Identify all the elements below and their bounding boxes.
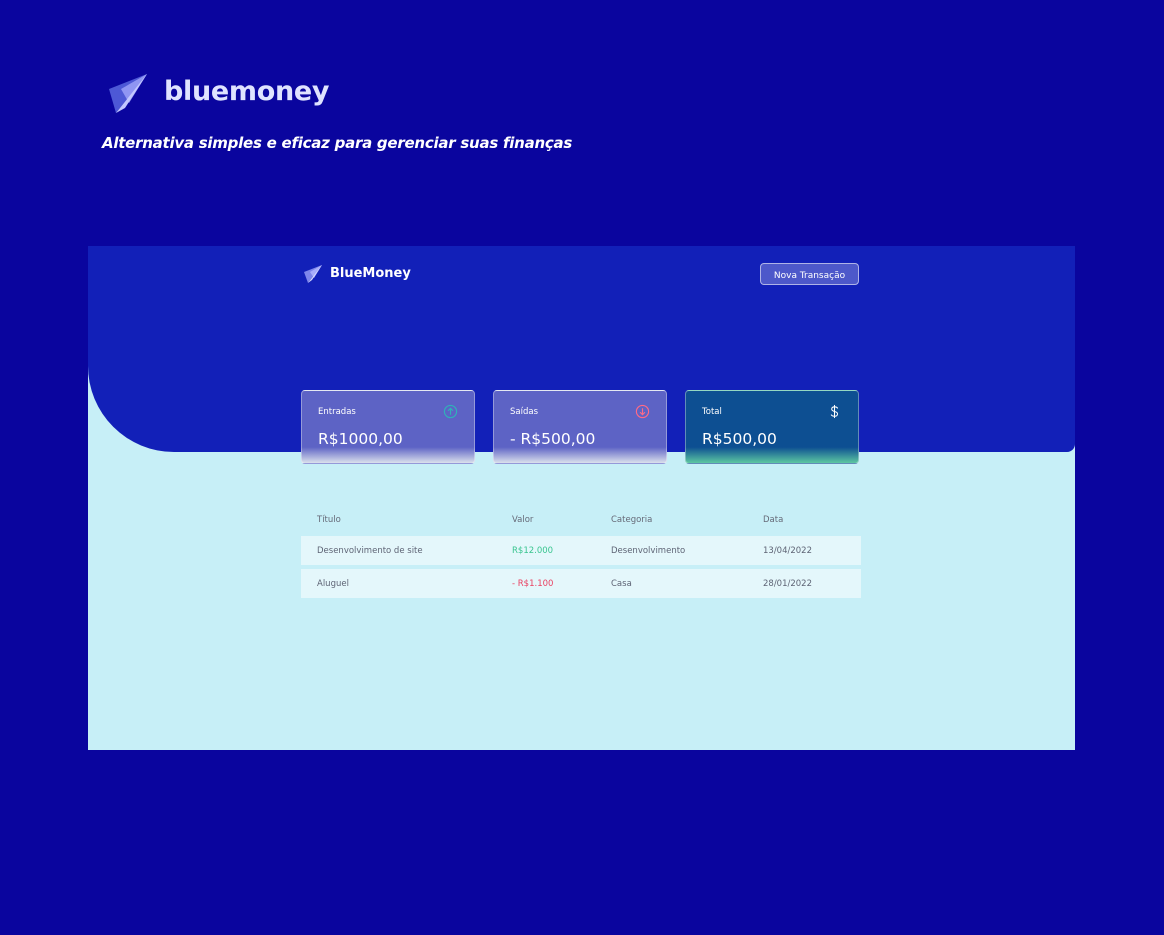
app-preview: BlueMoney Nova Transação Entradas R$1000… xyxy=(88,246,1075,750)
table-header: Título Valor Categoria Data xyxy=(301,508,861,532)
header-value: Valor xyxy=(512,515,534,525)
income-value: R$1000,00 xyxy=(318,430,403,448)
transaction-date: 13/04/2022 xyxy=(763,545,812,556)
total-label: Total xyxy=(702,407,722,417)
transaction-value: R$12.000 xyxy=(512,545,554,556)
new-transaction-button[interactable]: Nova Transação xyxy=(760,263,859,285)
income-card: Entradas R$1000,00 xyxy=(301,390,475,464)
total-value: R$500,00 xyxy=(702,430,777,448)
expense-value: - R$500,00 xyxy=(510,430,596,448)
transaction-category: Desenvolvimento xyxy=(611,545,686,556)
app-name: BlueMoney xyxy=(330,266,411,281)
paper-plane-icon xyxy=(304,265,322,283)
transaction-category: Casa xyxy=(611,578,632,589)
brand-tagline: Alternativa simples e eficaz para gerenc… xyxy=(102,134,573,152)
table-row[interactable]: Aluguel - R$1.100 Casa 28/01/2022 xyxy=(301,569,861,598)
income-label: Entradas xyxy=(318,407,356,417)
brand-header: bluemoney xyxy=(101,72,361,118)
paper-plane-icon xyxy=(109,74,147,113)
brand-name: bluemoney xyxy=(164,76,330,107)
expense-label: Saídas xyxy=(510,407,538,417)
arrow-circle-up-icon xyxy=(443,404,458,419)
total-card: Total R$500,00 xyxy=(685,390,859,464)
dollar-sign-icon xyxy=(830,404,839,419)
transaction-value: - R$1.100 xyxy=(512,578,554,589)
header-category: Categoria xyxy=(611,515,653,525)
transaction-title: Desenvolvimento de site xyxy=(317,545,423,556)
table-row[interactable]: Desenvolvimento de site R$12.000 Desenvo… xyxy=(301,536,861,565)
header-title: Título xyxy=(317,515,341,525)
transaction-date: 28/01/2022 xyxy=(763,578,812,589)
expense-card: Saídas - R$500,00 xyxy=(493,390,667,464)
arrow-circle-down-icon xyxy=(635,404,650,419)
transaction-title: Aluguel xyxy=(317,578,349,589)
transactions-table: Título Valor Categoria Data Desenvolvime… xyxy=(301,508,861,598)
header-date: Data xyxy=(763,515,784,525)
